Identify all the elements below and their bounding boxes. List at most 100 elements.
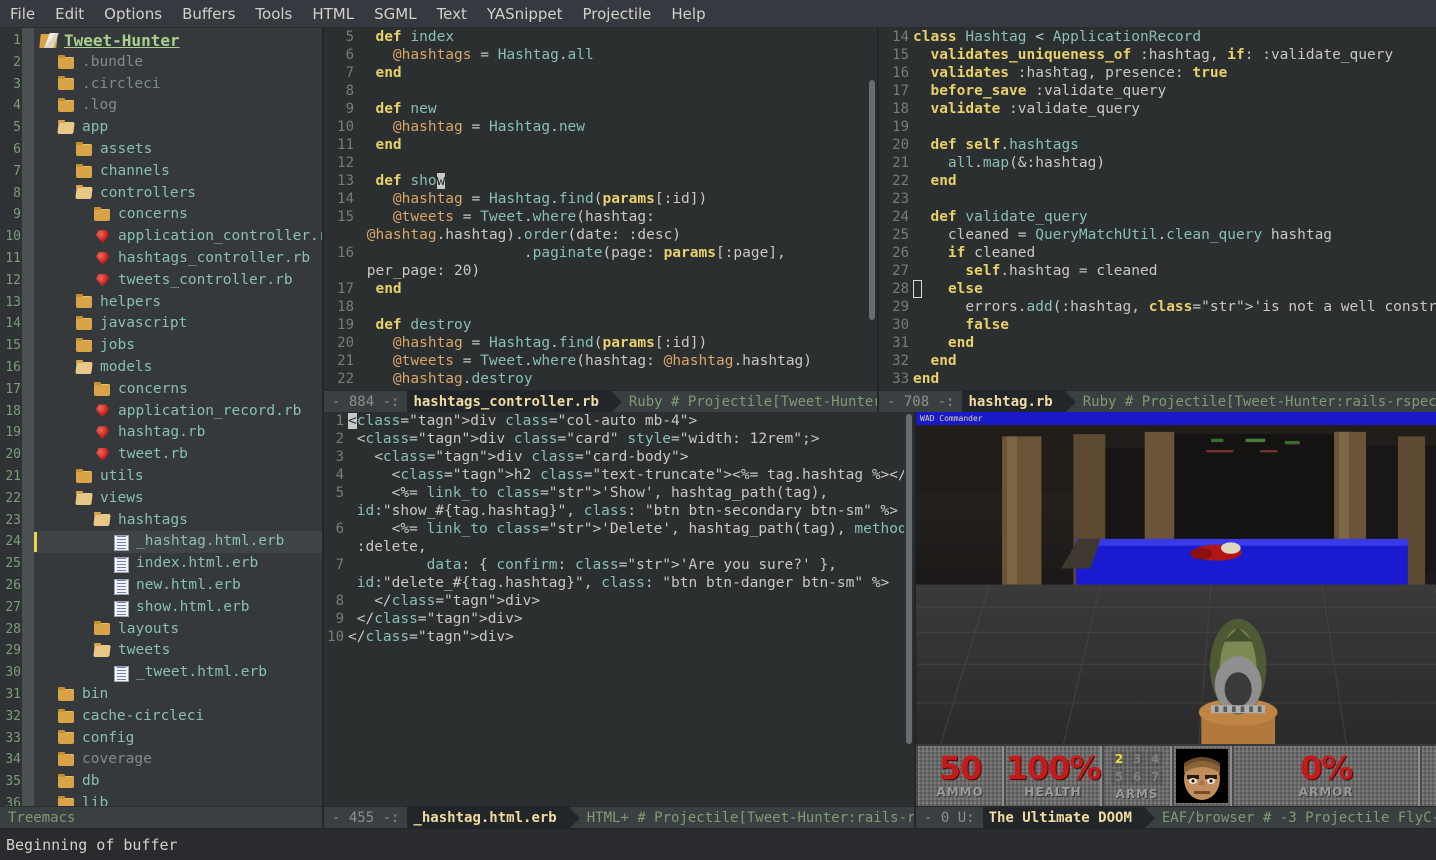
treemacs-node-hashtag-rb[interactable]: hashtag.rb — [34, 422, 322, 444]
code-line[interactable]: @hashtags = Hashtag.all — [358, 46, 867, 64]
treemacs-node-assets[interactable]: assets — [34, 139, 322, 161]
treemacs-node-concerns[interactable]: concerns — [34, 379, 322, 401]
code-line[interactable]: @hashtag = Hashtag.find(params[:id]) — [358, 334, 867, 352]
code-line[interactable]: validates_uniqueness_of :hashtag, if: :v… — [913, 46, 1436, 64]
treemacs-node-hashtags-controller-rb[interactable]: hashtags_controller.rb — [34, 248, 322, 270]
treemacs-node--circleci[interactable]: .circleci — [34, 74, 322, 96]
code-line[interactable]: cleaned = QueryMatchUtil.clean_query has… — [913, 226, 1436, 244]
controller-scrollbar[interactable] — [867, 28, 877, 390]
code-line[interactable]: validate :validate_query — [913, 100, 1436, 118]
menu-item-buffers[interactable]: Buffers — [172, 3, 245, 25]
code-line[interactable]: :delete, — [348, 538, 904, 556]
treemacs-node-app[interactable]: app — [34, 117, 322, 139]
code-line[interactable] — [358, 154, 867, 172]
code-line[interactable]: end — [913, 334, 1436, 352]
treemacs-node--tweet-html-erb[interactable]: _tweet.html.erb — [34, 662, 322, 684]
treemacs-node-channels[interactable]: channels — [34, 161, 322, 183]
code-line[interactable]: <class="tagn">div class="card" style="wi… — [348, 430, 904, 448]
treemacs-node--log[interactable]: .log — [34, 95, 322, 117]
code-line[interactable]: validates :hashtag, presence: true — [913, 64, 1436, 82]
code-line[interactable]: </class="tagn">div> — [348, 592, 904, 610]
menu-item-help[interactable]: Help — [661, 3, 715, 25]
code-line[interactable]: def show — [358, 172, 867, 190]
code-line[interactable]: if cleaned — [913, 244, 1436, 262]
treemacs-node-javascript[interactable]: javascript — [34, 313, 322, 335]
code-line[interactable]: @tweets = Tweet.where(hashtag: — [358, 208, 867, 226]
code-line[interactable]: <class="tagn">h2 class="text-truncate"><… — [348, 466, 904, 484]
code-line[interactable]: class Hashtag < ApplicationRecord — [913, 28, 1436, 46]
model-code[interactable]: class Hashtag < ApplicationRecord valida… — [913, 28, 1436, 390]
code-line[interactable] — [913, 118, 1436, 136]
code-line[interactable]: all.map(&:hashtag) — [913, 154, 1436, 172]
model-buffer-body[interactable]: 14 15 16 17 18 19 20 21 22 23 24 25 26 27 28 29 30 31 32 33… — [879, 28, 1436, 390]
code-line[interactable]: end — [358, 64, 867, 82]
code-line[interactable]: def new — [358, 100, 867, 118]
menu-item-file[interactable]: File — [0, 3, 45, 25]
menu-item-html[interactable]: HTML — [302, 3, 364, 25]
treemacs-node-application-controller-rb[interactable]: application_controller.rb — [34, 226, 322, 248]
erb-buffer-name[interactable]: _hashtag.html.erb — [407, 807, 581, 828]
code-line[interactable]: end — [913, 172, 1436, 190]
code-line[interactable]: id:"delete_#{tag.hashtag}", class: "btn … — [348, 574, 904, 592]
treemacs-node-views[interactable]: views — [34, 488, 322, 510]
treemacs-node-concerns[interactable]: concerns — [34, 204, 322, 226]
code-line[interactable]: @hashtag = Hashtag.find(params[:id]) — [358, 190, 867, 208]
menu-item-projectile[interactable]: Projectile — [573, 3, 662, 25]
code-line[interactable]: def validate_query — [913, 208, 1436, 226]
treemacs-file-tree[interactable]: Tweet-Hunter .bundle .circleci .log app asset… — [34, 28, 322, 806]
treemacs-node--bundle[interactable]: .bundle — [34, 52, 322, 74]
treemacs-node-tweet-hunter[interactable]: Tweet-Hunter — [34, 30, 322, 52]
erb-buffer-body[interactable]: 1 2 3 4 5 6 7 8 9 10 <class="tagn">div class="col… — [324, 412, 914, 806]
menu-item-sgml[interactable]: SGML — [364, 3, 426, 25]
code-line[interactable]: .paginate(page: params[:page], — [358, 244, 867, 262]
menu-item-edit[interactable]: Edit — [45, 3, 94, 25]
code-line[interactable]: end — [358, 280, 867, 298]
code-line[interactable]: errors.add(:hashtag, class="str">'is not… — [913, 298, 1436, 316]
code-line[interactable]: </class="tagn">div> — [348, 610, 904, 628]
code-line[interactable]: @hashtag.hashtag).order(date: :desc) — [358, 226, 867, 244]
code-line[interactable]: end — [358, 136, 867, 154]
code-line[interactable]: end — [913, 352, 1436, 370]
treemacs-node-utils[interactable]: utils — [34, 466, 322, 488]
doom-game-viewport[interactable] — [916, 425, 1436, 744]
treemacs-node-tweet-rb[interactable]: tweet.rb — [34, 444, 322, 466]
treemacs-node-db[interactable]: db — [34, 771, 322, 793]
menu-item-yasnippet[interactable]: YASnippet — [477, 3, 573, 25]
code-line[interactable]: <class="tagn">div class="col-auto mb-4"> — [348, 412, 904, 430]
code-line[interactable]: @hashtag.destroy — [358, 370, 867, 388]
code-line[interactable]: def destroy — [358, 316, 867, 334]
treemacs-node-config[interactable]: config — [34, 728, 322, 750]
code-line[interactable]: false — [913, 316, 1436, 334]
code-line[interactable]: def index — [358, 28, 867, 46]
treemacs-node-controllers[interactable]: controllers — [34, 183, 322, 205]
treemacs-node-show-html-erb[interactable]: show.html.erb — [34, 597, 322, 619]
treemacs-node-lib[interactable]: lib — [34, 793, 322, 806]
treemacs-node-hashtags[interactable]: hashtags — [34, 510, 322, 532]
code-line[interactable]: </class="tagn">div> — [348, 628, 904, 646]
code-line[interactable] — [913, 190, 1436, 208]
menu-item-tools[interactable]: Tools — [245, 3, 302, 25]
treemacs-node-cache-circleci[interactable]: cache-circleci — [34, 706, 322, 728]
code-line[interactable]: before_save :validate_query — [913, 82, 1436, 100]
code-line[interactable] — [358, 298, 867, 316]
controller-buffer-name[interactable]: hashtags_controller.rb — [407, 391, 623, 412]
code-line[interactable]: <%= link_to class="str">'Show', hashtag_… — [348, 484, 904, 502]
treemacs-node-bin[interactable]: bin — [34, 684, 322, 706]
treemacs-node-layouts[interactable]: layouts — [34, 619, 322, 641]
doom-body[interactable]: WAD Commander Version 1.0 Terminal Fulls… — [916, 412, 1436, 806]
code-line[interactable]: @tweets = Tweet.where(hashtag: @hashtag.… — [358, 352, 867, 370]
code-line[interactable]: self.hashtag = cleaned — [913, 262, 1436, 280]
treemacs-node--hashtag-html-erb[interactable]: _hashtag.html.erb — [34, 531, 322, 554]
treemacs-node-application-record-rb[interactable]: application_record.rb — [34, 401, 322, 423]
menu-item-text[interactable]: Text — [427, 3, 477, 25]
treemacs-node-jobs[interactable]: jobs — [34, 335, 322, 357]
code-line[interactable]: else — [913, 280, 1436, 298]
code-line[interactable]: <class="tagn">div class="card-body"> — [348, 448, 904, 466]
treemacs-node-index-html-erb[interactable]: index.html.erb — [34, 553, 322, 575]
treemacs-node-new-html-erb[interactable]: new.html.erb — [34, 575, 322, 597]
minibuffer[interactable]: Beginning of buffer — [0, 828, 1436, 860]
treemacs-node-helpers[interactable]: helpers — [34, 292, 322, 314]
code-line[interactable]: end — [913, 370, 1436, 388]
controller-code[interactable]: def index @hashtags = Hashtag.all end de… — [358, 28, 867, 390]
menu-item-options[interactable]: Options — [94, 3, 172, 25]
